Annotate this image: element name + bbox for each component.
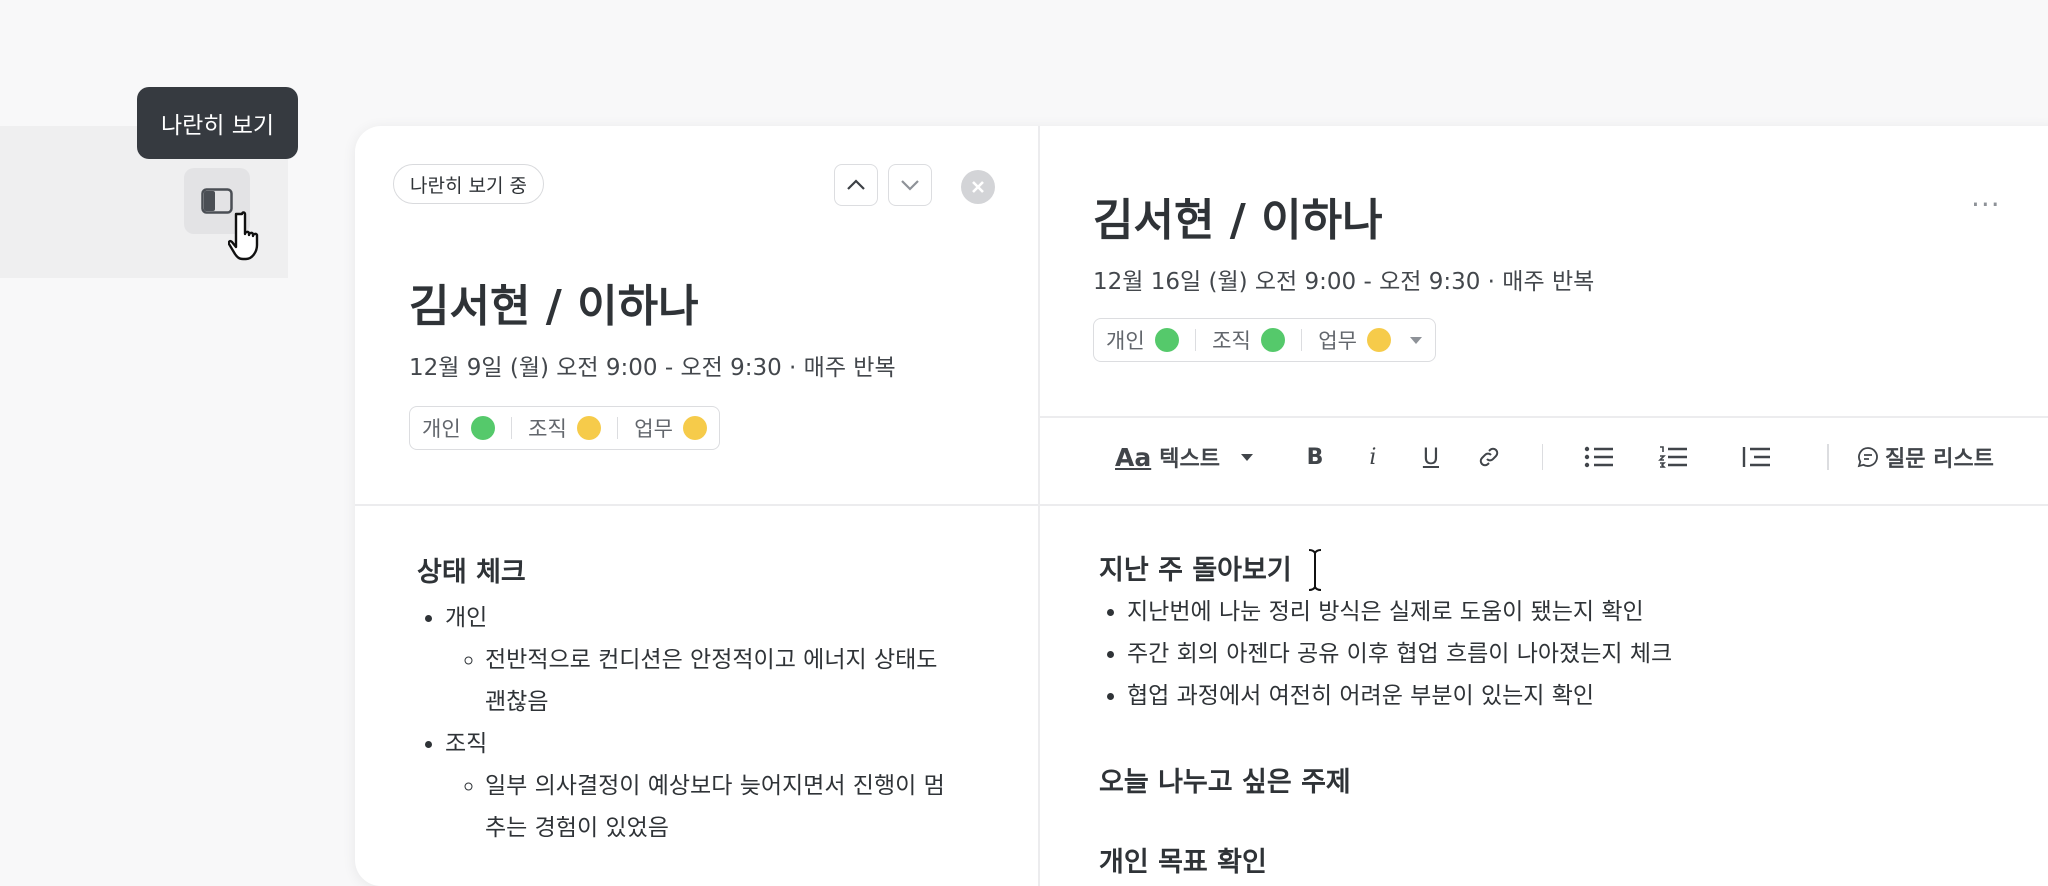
numbered-list-button[interactable]: [1631, 445, 1715, 469]
tag-personal: 개인: [422, 413, 495, 443]
close-button[interactable]: [961, 170, 995, 204]
chat-bubble-icon: [1857, 447, 1878, 468]
bullet-list-button[interactable]: [1567, 445, 1631, 469]
list-item: 주간 회의 아젠다 공유 이후 협업 흐름이 나아졌는지 체크: [1127, 633, 1799, 675]
section-title: 지난 주 돌아보기: [1099, 555, 1292, 586]
section-title: 개인 목표 확인: [1099, 847, 1267, 878]
left-tag-group[interactable]: 개인 조직 업무: [409, 406, 720, 450]
list-item: 일부 의사결정이 예상보다 늦어지면서 진행이 멈추는 경험이 있었음: [485, 765, 957, 849]
list-item: 개인 전반적으로 컨디션은 안정적이고 에너지 상태도 괜찮음: [445, 597, 957, 723]
underline-button[interactable]: U: [1402, 445, 1460, 470]
more-options-button[interactable]: ···: [1971, 188, 2001, 221]
bullet-list-icon: [1585, 446, 1614, 468]
left-header-divider: [355, 504, 1038, 506]
list-item: 지난번에 나눈 정리 방식은 실제로 도움이 됐는지 확인: [1127, 591, 1799, 633]
text-style-dropdown[interactable]: Aa 텍스트: [1115, 441, 1254, 473]
link-button[interactable]: [1460, 445, 1518, 469]
indent-list-icon: [1743, 447, 1771, 467]
numbered-list-icon: [1658, 446, 1688, 468]
tag-work: 업무: [634, 413, 707, 443]
side-by-side-badge: 나란히 보기 중: [393, 164, 544, 204]
tooltip: 나란히 보기: [137, 87, 298, 159]
caret-down-icon: [1240, 454, 1253, 461]
indent-list-button[interactable]: [1715, 445, 1799, 469]
right-note-date: 12월 16일 (월) 오전 9:00 - 오전 9:30 · 매주 반복: [1093, 269, 1595, 295]
list-item: 전반적으로 컨디션은 안정적이고 에너지 상태도 괜찮음: [485, 639, 957, 723]
link-icon: [1479, 447, 1499, 467]
tag-organization: 조직: [528, 413, 601, 443]
list-item: 조직 일부 의사결정이 예상보다 늦어지면서 진행이 멈추는 경험이 있었음: [445, 723, 957, 849]
right-header-divider: [1040, 416, 2048, 418]
chevron-up-icon: [847, 179, 865, 190]
tag-personal: 개인: [1106, 325, 1179, 355]
meeting-note-card: 나란히 보기 중 김서현 / 이하나 12월 9일 (월) 오전 9:00 - …: [355, 126, 2048, 886]
status-dot: [470, 416, 495, 440]
italic-button[interactable]: i: [1344, 445, 1402, 470]
previous-note-button[interactable]: [834, 164, 878, 206]
left-note-date: 12월 9일 (월) 오전 9:00 - 오전 9:30 · 매주 반복: [409, 355, 896, 381]
right-tag-group[interactable]: 개인 조직 업무: [1093, 318, 1436, 362]
pane-divider: [1038, 126, 1040, 886]
close-icon: [972, 181, 984, 193]
right-note-body[interactable]: 지난 주 돌아보기 지난번에 나눈 정리 방식은 실제로 도움이 됐는지 확인 …: [1099, 548, 1799, 717]
editor-toolbar: Aa 텍스트 B i U 질문 리스트: [1115, 432, 1994, 482]
left-note-body[interactable]: 상태 체크 개인 전반적으로 컨디션은 안정적이고 에너지 상태도 괜찮음 조직…: [417, 550, 957, 849]
list-item: 협업 과정에서 여전히 어려운 부분이 있는지 확인: [1127, 675, 1799, 717]
tag-organization: 조직: [1212, 325, 1285, 355]
text-style-icon: Aa: [1115, 442, 1152, 472]
question-list-button[interactable]: 질문 리스트: [1857, 441, 1994, 473]
next-note-button[interactable]: [888, 164, 932, 206]
chevron-down-icon: [901, 180, 919, 191]
section-title: 오늘 나누고 싶은 주제: [1099, 767, 1351, 798]
status-dot: [1154, 328, 1179, 352]
status-dot: [1260, 328, 1285, 352]
right-note-title: 김서현 / 이하나: [1093, 195, 1383, 246]
section-title: 상태 체크: [417, 557, 526, 588]
tag-work: 업무: [1318, 325, 1391, 355]
bold-button[interactable]: B: [1286, 445, 1344, 470]
left-note-title: 김서현 / 이하나: [409, 281, 699, 332]
status-dot: [682, 416, 707, 440]
text-cursor-icon: [1308, 548, 1322, 592]
status-dot: [576, 416, 601, 440]
caret-down-icon: [1409, 337, 1422, 344]
hand-cursor-icon: [228, 211, 259, 261]
toolbar-divider: [1040, 504, 2048, 506]
status-dot: [1366, 328, 1391, 352]
